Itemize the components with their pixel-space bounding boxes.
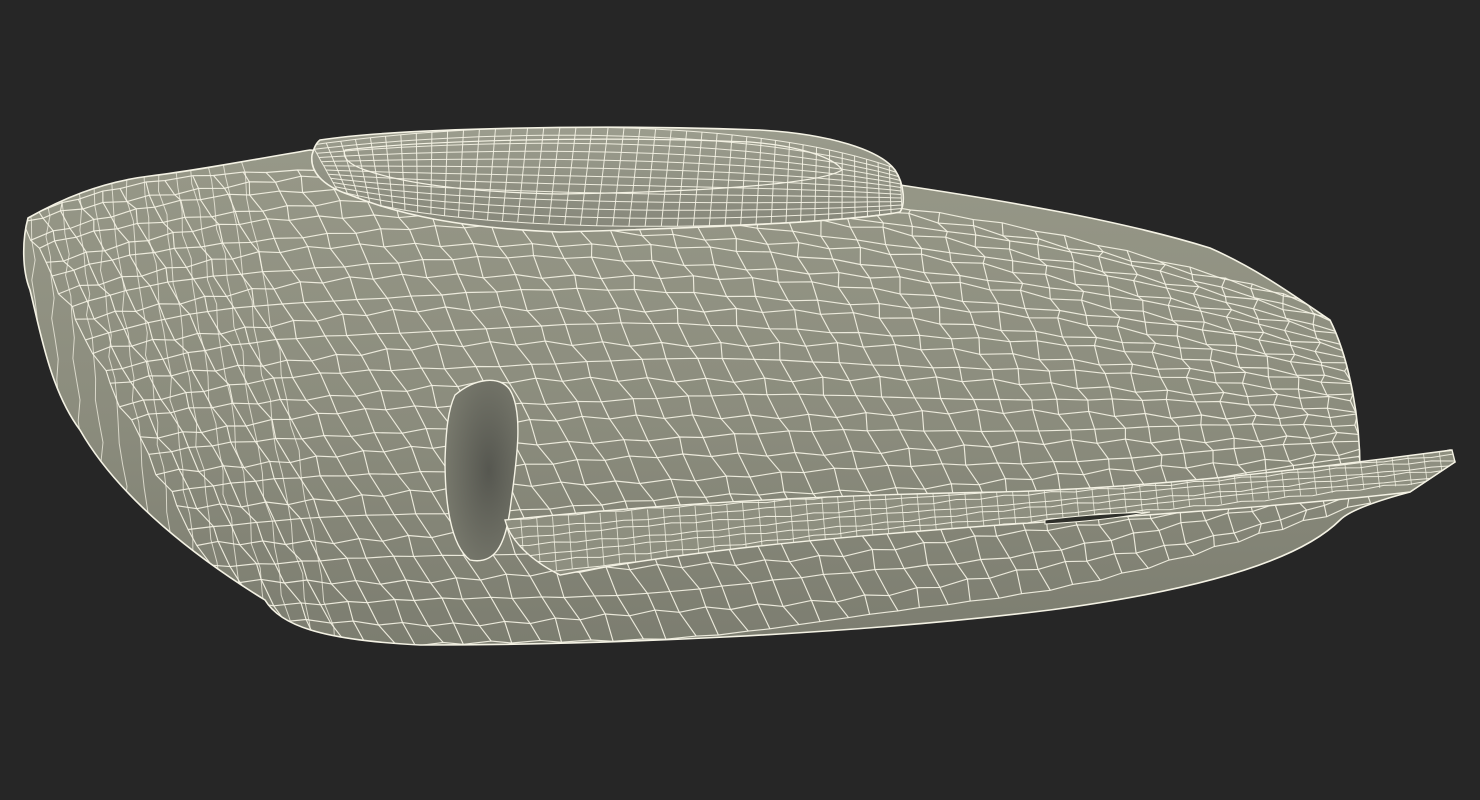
- wireframe-model: [22, 126, 1456, 646]
- mesh-edge: [1454, 450, 1455, 481]
- render-viewport: [0, 0, 1480, 800]
